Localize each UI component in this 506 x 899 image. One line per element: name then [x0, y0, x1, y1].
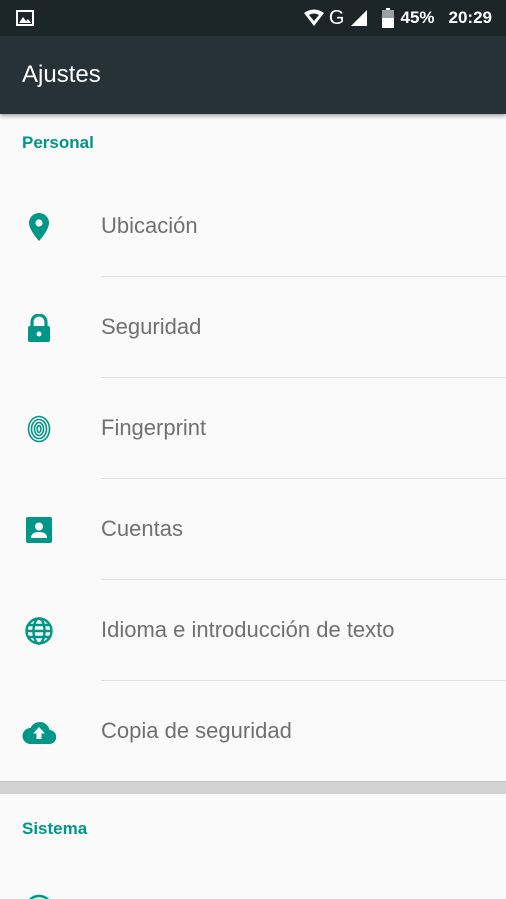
- status-bar: G 45% 20:29: [0, 0, 506, 36]
- globe-icon: [22, 617, 56, 645]
- settings-item-label: Ubicación: [101, 213, 198, 238]
- settings-item-idioma[interactable]: Idioma e introducción de texto: [0, 580, 506, 681]
- settings-item-label: Copia de seguridad: [101, 718, 292, 743]
- fingerprint-icon: [22, 415, 56, 443]
- settings-item-label: Idioma e introducción de texto: [101, 617, 395, 642]
- section-header-personal: Personal: [22, 133, 94, 152]
- location-icon: [22, 213, 56, 241]
- settings-item-ubicacion[interactable]: Ubicación: [0, 176, 506, 277]
- account-icon: [22, 516, 56, 544]
- section-header-sistema: Sistema: [22, 819, 88, 838]
- settings-item-label: Fingerprint: [101, 415, 207, 440]
- settings-item-cuentas[interactable]: Cuentas: [0, 479, 506, 580]
- network-type: G: [328, 6, 345, 29]
- section-divider: [0, 781, 506, 794]
- battery-percent: 45%: [400, 8, 435, 27]
- settings-item-label: Seguridad: [101, 314, 202, 339]
- signal-icon: [351, 10, 368, 26]
- cloud-upload-icon: [22, 718, 56, 746]
- settings-item-copia[interactable]: Copia de seguridad: [0, 681, 506, 782]
- settings-item-label: Cuentas: [101, 516, 183, 541]
- app-bar: Ajustes: [0, 36, 506, 114]
- lock-icon: [22, 314, 56, 342]
- settings-item-seguridad[interactable]: Seguridad: [0, 277, 506, 378]
- partial-settings-item[interactable]: [0, 880, 506, 899]
- wifi-icon: [303, 9, 324, 26]
- image-notification-icon: [16, 10, 34, 26]
- partial-item-icon: [28, 894, 50, 899]
- battery-icon: [382, 8, 395, 28]
- clock: 20:29: [448, 8, 492, 27]
- settings-item-fingerprint[interactable]: Fingerprint: [0, 378, 506, 479]
- page-title: Ajustes: [22, 61, 101, 88]
